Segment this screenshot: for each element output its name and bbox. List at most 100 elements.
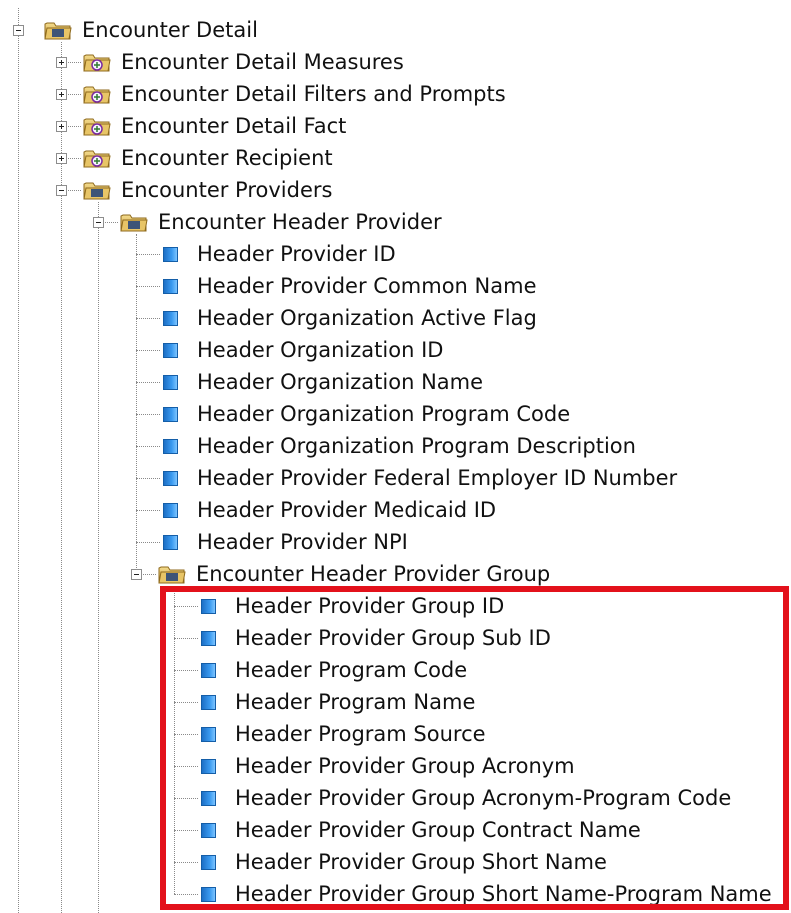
- tree-field-header-provider-id[interactable]: Header Provider ID: [0, 238, 791, 270]
- tree-field-header-org-program-description[interactable]: Header Organization Program Description: [0, 430, 791, 462]
- field-label: Header Provider Group Sub ID: [235, 626, 551, 650]
- node-label: Encounter Detail Fact: [121, 114, 347, 138]
- tree-node-encounter-detail-measures[interactable]: Encounter Detail Measures: [0, 46, 791, 78]
- field-label: Header Provider Group Short Name-Program…: [235, 882, 772, 906]
- tree-field-program-source[interactable]: Header Program Source: [0, 718, 791, 750]
- field-label: Header Provider Group Acronym: [235, 754, 575, 778]
- tree-field-header-org-id[interactable]: Header Organization ID: [0, 334, 791, 366]
- tree-field-header-org-name[interactable]: Header Organization Name: [0, 366, 791, 398]
- field-icon: [163, 471, 178, 486]
- field-icon: [201, 663, 216, 678]
- collapse-icon[interactable]: [13, 25, 24, 36]
- tree-connector: [136, 350, 160, 351]
- tree-connector: [174, 798, 198, 799]
- field-icon: [163, 311, 178, 326]
- expand-icon[interactable]: [56, 89, 67, 100]
- tree-connector: [136, 542, 160, 543]
- field-label: Header Program Code: [235, 658, 468, 682]
- field-label: Header Organization Active Flag: [197, 306, 537, 330]
- folder-icon: [83, 179, 111, 201]
- tree-connector: [136, 286, 160, 287]
- node-label: Encounter Providers: [121, 178, 333, 202]
- collapse-icon[interactable]: [56, 185, 67, 196]
- collapse-icon[interactable]: [131, 569, 142, 580]
- folder-icon: [120, 211, 148, 233]
- tree-field-provider-group-acronym[interactable]: Header Provider Group Acronym: [0, 750, 791, 782]
- expand-icon[interactable]: [56, 57, 67, 68]
- tree-field-provider-group-short-name[interactable]: Header Provider Group Short Name: [0, 846, 791, 878]
- field-label: Header Provider Group ID: [235, 594, 505, 618]
- field-icon: [201, 759, 216, 774]
- tree-view: Encounter Detail Encounter Detail Measur…: [0, 0, 791, 913]
- tree-connector: [174, 734, 198, 735]
- expand-icon[interactable]: [56, 121, 67, 132]
- node-label: Encounter Detail: [82, 18, 258, 42]
- tree-field-provider-group-contract-name[interactable]: Header Provider Group Contract Name: [0, 814, 791, 846]
- tree-field-header-org-active-flag[interactable]: Header Organization Active Flag: [0, 302, 791, 334]
- tree-field-program-name[interactable]: Header Program Name: [0, 686, 791, 718]
- collapse-icon[interactable]: [93, 217, 104, 228]
- field-label: Header Provider Group Acronym-Program Co…: [235, 786, 732, 810]
- field-icon: [201, 695, 216, 710]
- field-label: Header Provider ID: [197, 242, 396, 266]
- tree-field-provider-group-acronym-program-code[interactable]: Header Provider Group Acronym-Program Co…: [0, 782, 791, 814]
- cube-folder-icon: [83, 51, 111, 73]
- field-icon: [163, 247, 178, 262]
- field-label: Header Organization Name: [197, 370, 484, 394]
- field-icon: [201, 599, 216, 614]
- tree-node-encounter-detail-filters[interactable]: Encounter Detail Filters and Prompts: [0, 78, 791, 110]
- tree-connector: [136, 318, 160, 319]
- tree-connector: [136, 478, 160, 479]
- field-label: Header Provider Federal Employer ID Numb…: [197, 466, 678, 490]
- tree-connector: [174, 830, 198, 831]
- field-icon: [201, 887, 216, 902]
- folder-icon: [158, 563, 186, 585]
- tree-field-header-org-program-code[interactable]: Header Organization Program Code: [0, 398, 791, 430]
- tree-node-encounter-header-provider-group[interactable]: Encounter Header Provider Group: [0, 558, 791, 590]
- tree-node-encounter-detail-fact[interactable]: Encounter Detail Fact: [0, 110, 791, 142]
- field-label: Header Provider Group Short Name: [235, 850, 607, 874]
- field-label: Header Organization Program Description: [197, 434, 636, 458]
- tree-connector: [174, 862, 198, 863]
- tree-connector: [174, 638, 198, 639]
- tree-field-header-provider-fein[interactable]: Header Provider Federal Employer ID Numb…: [0, 462, 791, 494]
- cube-folder-icon: [83, 115, 111, 137]
- tree-field-program-code[interactable]: Header Program Code: [0, 654, 791, 686]
- tree-node-encounter-providers[interactable]: Encounter Providers: [0, 174, 791, 206]
- node-label: Encounter Header Provider: [158, 210, 442, 234]
- expand-icon[interactable]: [56, 153, 67, 164]
- tree-connector: [174, 894, 198, 895]
- tree-node-encounter-header-provider[interactable]: Encounter Header Provider: [0, 206, 791, 238]
- tree-field-header-provider-common-name[interactable]: Header Provider Common Name: [0, 270, 791, 302]
- cube-folder-icon: [83, 83, 111, 105]
- tree-connector: [174, 606, 198, 607]
- field-icon: [201, 791, 216, 806]
- field-label: Header Program Source: [235, 722, 486, 746]
- node-label: Encounter Recipient: [121, 146, 333, 170]
- tree-connector: [136, 254, 160, 255]
- tree-field-header-provider-medicaid-id[interactable]: Header Provider Medicaid ID: [0, 494, 791, 526]
- tree-connector: [174, 702, 198, 703]
- field-icon: [163, 279, 178, 294]
- field-icon: [201, 727, 216, 742]
- tree-field-provider-group-sub-id[interactable]: Header Provider Group Sub ID: [0, 622, 791, 654]
- tree-node-encounter-recipient[interactable]: Encounter Recipient: [0, 142, 791, 174]
- field-icon: [163, 439, 178, 454]
- node-label: Encounter Detail Measures: [121, 50, 404, 74]
- field-icon: [163, 375, 178, 390]
- tree-connector: [174, 766, 198, 767]
- field-label: Header Provider Medicaid ID: [197, 498, 497, 522]
- tree-node-encounter-detail[interactable]: Encounter Detail: [0, 14, 791, 46]
- field-label: Header Provider Common Name: [197, 274, 537, 298]
- field-label: Header Provider NPI: [197, 530, 408, 554]
- field-icon: [163, 503, 178, 518]
- tree-connector: [136, 414, 160, 415]
- tree-connector: [136, 446, 160, 447]
- tree-field-header-provider-npi[interactable]: Header Provider NPI: [0, 526, 791, 558]
- node-label: Encounter Header Provider Group: [196, 562, 551, 586]
- tree-field-provider-group-id[interactable]: Header Provider Group ID: [0, 590, 791, 622]
- field-icon: [163, 407, 178, 422]
- tree-connector: [174, 670, 198, 671]
- field-label: Header Program Name: [235, 690, 476, 714]
- tree-field-provider-group-short-name-program-name[interactable]: Header Provider Group Short Name-Program…: [0, 878, 791, 910]
